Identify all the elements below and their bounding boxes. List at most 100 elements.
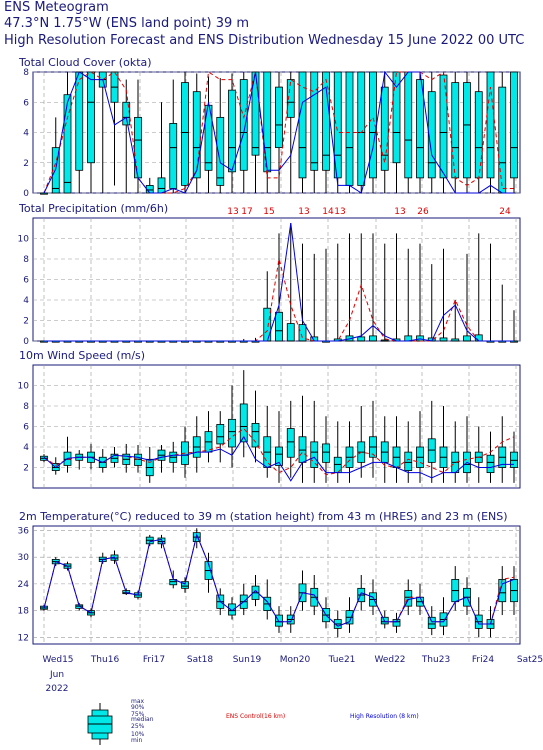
iqr-box	[157, 177, 166, 194]
box-24	[322, 597, 330, 629]
box-3	[75, 450, 84, 470]
box-6	[110, 71, 119, 186]
box-40	[510, 566, 518, 616]
box-39	[498, 284, 507, 343]
box-13	[192, 416, 201, 473]
box-11	[169, 79, 178, 193]
box-27	[357, 233, 366, 342]
box-23	[310, 71, 319, 193]
iqr-box	[380, 86, 389, 171]
box-22	[298, 570, 307, 611]
x-year-label: 2022	[46, 684, 69, 694]
y-tick-label: 4	[23, 443, 29, 453]
iqr-box	[357, 336, 366, 342]
box-33	[427, 72, 436, 193]
y-tick-label: 10	[18, 382, 30, 392]
x-tick-day: Wed15	[42, 655, 73, 665]
iqr-box	[275, 311, 283, 342]
box-5	[98, 552, 107, 564]
iqr-box	[451, 82, 460, 179]
box-12	[181, 72, 189, 193]
box-9	[145, 534, 154, 547]
box-12	[181, 577, 189, 593]
iqr-box	[498, 86, 507, 194]
box-23	[310, 253, 319, 342]
y-tick-label: 8	[23, 68, 29, 78]
box-37	[474, 426, 483, 483]
ens-count-label: 17	[241, 207, 252, 217]
iqr-box	[322, 443, 330, 463]
iqr-box	[87, 71, 95, 164]
ens-count-label: 14	[322, 207, 334, 217]
panel-title: 10m Wind Speed (m/s)	[19, 349, 145, 362]
box-29	[380, 610, 389, 629]
iqr-box	[345, 71, 354, 186]
y-tick-label: 8	[23, 402, 29, 412]
box-29	[380, 243, 389, 342]
box-15	[216, 78, 225, 193]
box-18	[251, 390, 260, 463]
box-29	[380, 416, 389, 483]
y-tick-label: 2	[23, 159, 29, 169]
box-37	[474, 72, 483, 193]
box-7	[122, 79, 131, 193]
box-22	[298, 243, 307, 342]
y-tick-label: 4	[23, 296, 29, 306]
box-0	[40, 192, 48, 195]
box-14	[204, 411, 213, 463]
box-2	[63, 72, 72, 194]
iqr-box	[427, 438, 436, 463]
box-18	[251, 337, 260, 343]
iqr-box	[474, 334, 483, 342]
ens-count-label: 15	[263, 207, 274, 217]
x-month-label: Jun	[49, 670, 64, 680]
y-tick-label: 10	[18, 235, 30, 245]
x-tick-day: Thu23	[421, 655, 450, 665]
box-0	[40, 454, 48, 463]
y-tick-label: 6	[23, 423, 29, 433]
box-34	[439, 597, 448, 636]
y-tick-label: 2	[23, 464, 29, 474]
iqr-box	[369, 335, 377, 342]
meteogram-chart: Total Cloud Cover (okta)02468Total Preci…	[18, 56, 543, 745]
panel-4: 2m Temperature(°C) reduced to 39 m (stat…	[18, 510, 521, 645]
x-tick-day: Wed22	[374, 655, 405, 665]
box-25	[333, 243, 342, 342]
box-38	[486, 243, 495, 343]
y-tick-label: 6	[23, 98, 29, 108]
y-tick-label: 8	[23, 255, 29, 265]
legend-ens-label: ENS Control(16 km)	[226, 713, 285, 720]
x-tick-day: Sun19	[233, 655, 262, 665]
iqr-box	[474, 91, 483, 179]
panel-title: 2m Temperature(°C) reduced to 39 m (stat…	[19, 510, 508, 523]
iqr-box	[298, 436, 307, 463]
box-36	[463, 577, 471, 616]
y-tick-label: 24	[18, 580, 30, 590]
iqr-box	[228, 603, 236, 616]
box-33	[427, 264, 436, 342]
box-34	[439, 72, 448, 193]
panel-title: Total Cloud Cover (okta)	[18, 56, 152, 69]
iqr-box	[404, 451, 413, 471]
box-26	[345, 421, 354, 483]
ens-count-label: 13	[227, 207, 238, 217]
x-tick-day: Sat25	[517, 655, 543, 665]
box-23	[310, 400, 319, 483]
box-19	[263, 71, 272, 193]
iqr-box	[251, 423, 260, 448]
box-14	[204, 76, 213, 193]
box-35	[451, 72, 460, 193]
iqr-box	[357, 71, 366, 186]
iqr-box	[286, 428, 295, 458]
box-31	[404, 71, 413, 193]
box-31	[404, 248, 413, 342]
box-9	[145, 177, 154, 194]
y-tick-label: 0	[23, 189, 29, 199]
box-16	[228, 73, 236, 193]
box-15	[216, 411, 225, 463]
box-36	[463, 72, 471, 193]
y-tick-label: 6	[23, 276, 29, 286]
y-tick-label: 2	[23, 317, 29, 327]
box-32	[416, 583, 424, 616]
ens-count-label: 13	[334, 207, 345, 217]
